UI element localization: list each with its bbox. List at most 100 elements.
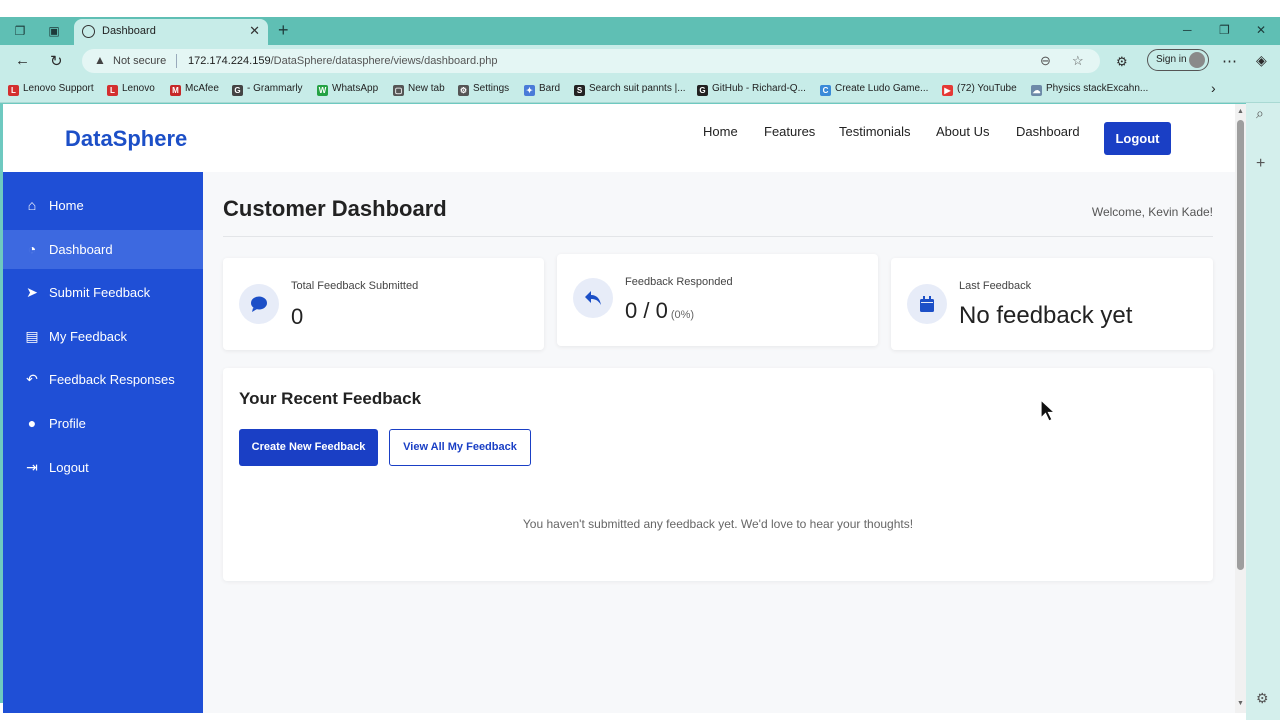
bookmark-label: GitHub - Richard-Q... bbox=[712, 83, 806, 94]
bookmark-label: Create Ludo Game... bbox=[835, 83, 929, 94]
bookmark-item[interactable]: M McAfee bbox=[170, 83, 219, 96]
nav-about-us[interactable]: About Us bbox=[936, 124, 989, 139]
header-logout-button[interactable]: Logout bbox=[1104, 122, 1171, 155]
sidebar-item-feedback-responses[interactable]: ↶ Feedback Responses bbox=[3, 360, 203, 399]
close-tab-icon[interactable]: ✕ bbox=[249, 23, 260, 39]
bookmark-label: Bard bbox=[539, 83, 561, 94]
url-text[interactable]: 172.174.224.159/DataSphere/datasphere/vi… bbox=[188, 55, 497, 67]
bookmark-item[interactable]: S Search suit pannts |... bbox=[574, 83, 686, 96]
bookmark-item[interactable]: ☁ Physics stackExcahn... bbox=[1031, 83, 1148, 96]
sign-in-label: Sign in bbox=[1156, 54, 1187, 65]
favorite-star-icon[interactable]: ☆ bbox=[1072, 53, 1084, 69]
paper-plane-icon: ➤ bbox=[26, 284, 38, 300]
bookmark-favicon-icon: L bbox=[8, 85, 19, 96]
back-icon[interactable]: ← bbox=[15, 52, 30, 69]
copilot-icon[interactable]: ◈ bbox=[1256, 52, 1267, 69]
bookmark-label: McAfee bbox=[185, 83, 219, 94]
more-bookmarks-chevron-icon[interactable]: › bbox=[1211, 80, 1216, 96]
search-icon[interactable]: ⌕ bbox=[1256, 105, 1264, 122]
bookmark-favicon-icon: ✦ bbox=[524, 85, 535, 96]
nav-features[interactable]: Features bbox=[764, 124, 815, 139]
bookmark-favicon-icon: ▢ bbox=[393, 85, 404, 96]
minimize-icon[interactable]: ─ bbox=[1183, 23, 1192, 37]
sidebar-item-profile[interactable]: ● Profile bbox=[3, 404, 203, 443]
bookmark-favicon-icon: S bbox=[574, 85, 585, 96]
divider bbox=[176, 54, 177, 68]
scroll-down-icon[interactable]: ▼ bbox=[1237, 700, 1244, 707]
close-window-icon[interactable]: ✕ bbox=[1256, 23, 1266, 37]
nav-home[interactable]: Home bbox=[703, 124, 738, 139]
page-scrollbar[interactable]: ▲ ▼ bbox=[1235, 104, 1246, 713]
sign-in-button[interactable]: Sign in bbox=[1147, 49, 1209, 71]
reply-all-icon: ↶ bbox=[26, 371, 38, 387]
mouse-cursor-icon bbox=[1040, 399, 1056, 422]
sidebar-item-label: Logout bbox=[49, 460, 89, 475]
maximize-icon[interactable]: ❐ bbox=[1219, 23, 1230, 37]
bookmark-label: (72) YouTube bbox=[957, 83, 1017, 94]
dashboard-sidebar: ⌂ Home ◔ Dashboard ➤ Submit Feedback ▤ M… bbox=[3, 172, 203, 713]
bookmark-item[interactable]: ✦ Bard bbox=[524, 83, 560, 96]
reply-icon bbox=[573, 278, 613, 318]
bookmark-item[interactable]: ▢ New tab bbox=[393, 83, 445, 96]
bookmark-favicon-icon: ☁ bbox=[1031, 85, 1042, 96]
sidebar-strip: ⌕ + ⚙ bbox=[1246, 103, 1280, 720]
add-icon[interactable]: + bbox=[1256, 155, 1265, 173]
bookmark-favicon-icon: G bbox=[232, 85, 243, 96]
sidebar-item-label: Dashboard bbox=[49, 242, 113, 257]
bookmark-item[interactable]: C Create Ludo Game... bbox=[820, 83, 928, 96]
bookmark-label: Settings bbox=[473, 83, 510, 94]
sidebar-item-logout[interactable]: ⇥ Logout bbox=[3, 448, 203, 487]
browser-window: ❐ ▣ Dashboard ✕ + ─ ❐ ✕ ← ↻ ▲ Not secure… bbox=[0, 17, 1280, 720]
sidebar-item-dashboard[interactable]: ◔ Dashboard bbox=[3, 230, 203, 269]
sidebar-item-label: Home bbox=[49, 198, 84, 213]
user-icon: ● bbox=[27, 415, 37, 431]
bookmark-item[interactable]: L Lenovo bbox=[107, 83, 155, 96]
address-toolbar: ← ↻ ▲ Not secure 172.174.224.159/DataSph… bbox=[0, 45, 1280, 77]
dashboard-icon: ◔ bbox=[27, 241, 37, 257]
empty-state-message: You haven't submitted any feedback yet. … bbox=[522, 517, 914, 531]
security-label[interactable]: Not secure bbox=[113, 55, 166, 67]
warning-icon: ▲ bbox=[94, 53, 106, 67]
scrollbar-thumb[interactable] bbox=[1237, 120, 1244, 570]
welcome-message: Welcome, Kevin Kade! bbox=[1091, 205, 1213, 219]
bookmark-item[interactable]: ⚙ Settings bbox=[458, 83, 509, 96]
calendar-icon bbox=[907, 284, 947, 324]
extensions-icon[interactable]: ⚙ bbox=[1116, 54, 1128, 70]
sidebar-item-my-feedback[interactable]: ▤ My Feedback bbox=[3, 317, 203, 356]
tab-title: Dashboard bbox=[102, 25, 156, 37]
new-tab-icon[interactable]: + bbox=[278, 20, 289, 41]
top-margin bbox=[0, 0, 1280, 17]
web-page: DataSphere Home Features Testimonials Ab… bbox=[3, 104, 1246, 713]
tab-actions-icon[interactable]: ▣ bbox=[47, 24, 61, 38]
address-bar[interactable]: ▲ Not secure 172.174.224.159/DataSphere/… bbox=[82, 49, 1100, 73]
brand-logo[interactable]: DataSphere bbox=[65, 126, 187, 152]
bookmark-item[interactable]: ▶ (72) YouTube bbox=[942, 83, 1017, 96]
settings-gear-icon[interactable]: ⚙ bbox=[1256, 690, 1269, 707]
stat-card-last-feedback: Last Feedback No feedback yet bbox=[891, 258, 1213, 350]
create-feedback-button[interactable]: Create New Feedback bbox=[239, 429, 378, 466]
view-all-feedback-button[interactable]: View All My Feedback bbox=[389, 429, 531, 466]
nav-dashboard[interactable]: Dashboard bbox=[1016, 124, 1080, 139]
workspaces-icon[interactable]: ❐ bbox=[13, 24, 27, 38]
bookmark-label: WhatsApp bbox=[332, 83, 379, 94]
tab-dashboard[interactable]: Dashboard ✕ bbox=[74, 19, 268, 45]
sidebar-item-label: Profile bbox=[49, 416, 86, 431]
reader-icon[interactable]: ⊖ bbox=[1040, 53, 1051, 69]
responded-count: 0 / 0 bbox=[625, 298, 668, 323]
sidebar-item-home[interactable]: ⌂ Home bbox=[3, 186, 203, 225]
more-menu-icon[interactable]: ⋯ bbox=[1222, 52, 1237, 70]
bookmark-label: Search suit pannts |... bbox=[589, 83, 686, 94]
sidebar-item-submit-feedback[interactable]: ➤ Submit Feedback bbox=[3, 273, 203, 312]
bookmark-item[interactable]: L Lenovo Support bbox=[8, 83, 94, 96]
bookmark-favicon-icon: C bbox=[820, 85, 831, 96]
scroll-up-icon[interactable]: ▲ bbox=[1237, 108, 1244, 115]
bookmark-item[interactable]: W WhatsApp bbox=[317, 83, 378, 96]
bookmark-item[interactable]: G - Grammarly bbox=[232, 83, 303, 96]
nav-testimonials[interactable]: Testimonials bbox=[839, 124, 911, 139]
sidebar-item-label: My Feedback bbox=[49, 329, 128, 344]
refresh-icon[interactable]: ↻ bbox=[50, 52, 63, 70]
bookmark-item[interactable]: G GitHub - Richard-Q... bbox=[697, 83, 806, 96]
page-title: Customer Dashboard bbox=[223, 196, 447, 221]
stat-card-feedback-responded: Feedback Responded 0 / 0 (0%) bbox=[557, 254, 878, 346]
stat-label: Feedback Responded bbox=[625, 276, 733, 288]
